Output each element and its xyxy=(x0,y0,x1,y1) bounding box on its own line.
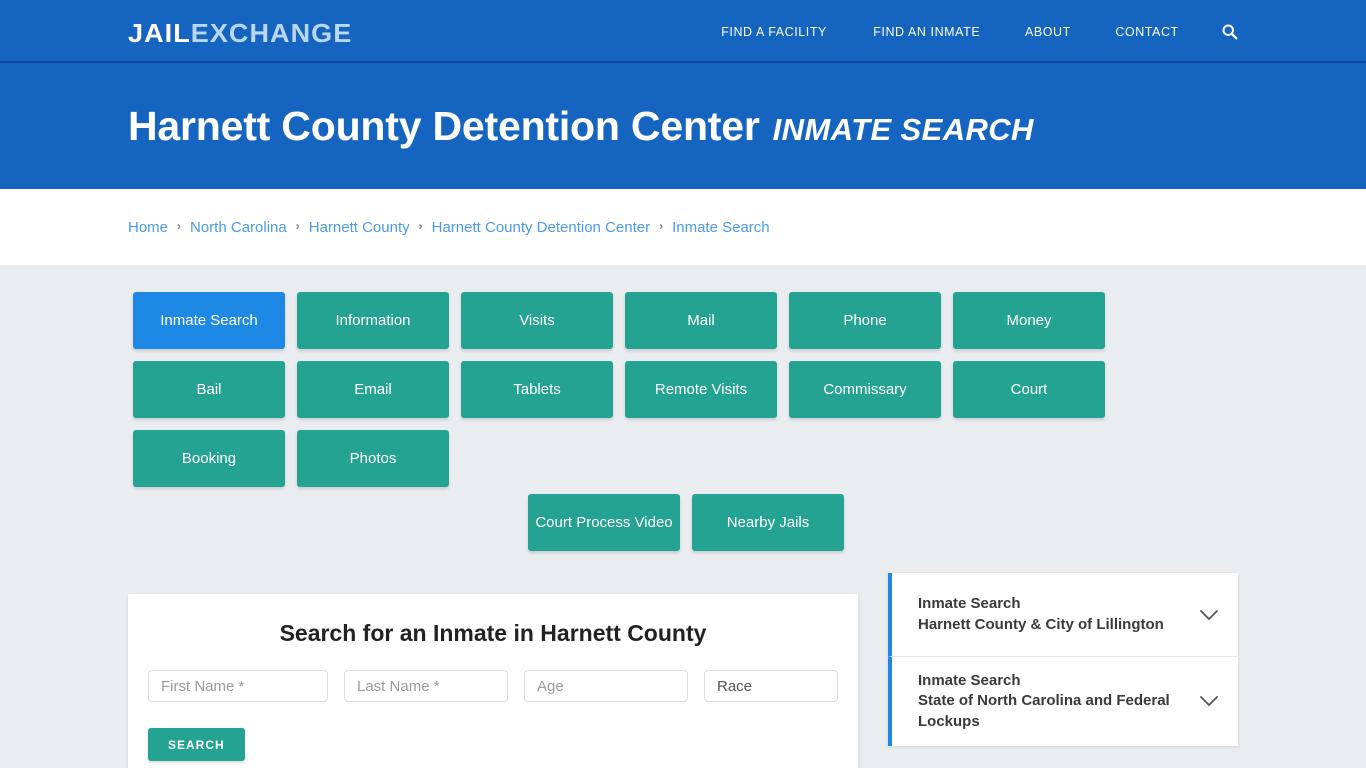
race-select[interactable]: Race xyxy=(704,670,838,702)
breadcrumb-item-north-carolina[interactable]: North Carolina xyxy=(190,219,287,236)
accordion-item-state-federal-search[interactable]: Inmate Search State of North Carolina an… xyxy=(888,657,1238,746)
primary-navigation: FIND A FACILITY FIND AN INMATE ABOUT CON… xyxy=(698,0,1238,63)
inmate-search-accordion: Inmate Search Harnett County & City of L… xyxy=(888,573,1238,746)
search-submit-button[interactable]: SEARCH xyxy=(148,728,245,761)
accordion-item-subtitle: Harnett County & City of Lillington xyxy=(918,615,1164,633)
tab-visits[interactable]: Visits xyxy=(461,292,613,349)
nav-item-about[interactable]: ABOUT xyxy=(1005,24,1091,39)
logo-text-secondary: EXCHANGE xyxy=(190,18,353,48)
hero-banner: Harnett County Detention Center INMATE S… xyxy=(0,63,1366,189)
site-header: JAILEXCHANGE FIND A FACILITY FIND AN INM… xyxy=(0,0,1366,63)
facility-section-tabs: Inmate Search Information Visits Mail Ph… xyxy=(133,292,1233,487)
breadcrumb-item-home[interactable]: Home xyxy=(128,219,168,236)
main-grid: Search for an Inmate in Harnett County R… xyxy=(128,573,1238,768)
first-name-input[interactable] xyxy=(148,670,328,702)
tab-booking[interactable]: Booking xyxy=(133,430,285,487)
breadcrumb-item-harnett-county[interactable]: Harnett County xyxy=(309,219,410,236)
search-card-heading: Search for an Inmate in Harnett County xyxy=(279,620,707,646)
page-content: Inmate Search Information Visits Mail Ph… xyxy=(0,265,1366,768)
accordion-item-title: Inmate Search xyxy=(918,595,1021,613)
nav-item-find-a-facility[interactable]: FIND A FACILITY xyxy=(701,24,847,39)
breadcrumb-item-inmate-search[interactable]: Inmate Search xyxy=(672,219,770,236)
breadcrumb-separator-icon: › xyxy=(659,219,664,233)
facility-section-tabs-row3: Court Process Video Nearby Jails xyxy=(133,494,1233,551)
nav-item-find-an-inmate[interactable]: FIND AN INMATE xyxy=(853,24,1000,39)
tab-bail[interactable]: Bail xyxy=(133,361,285,418)
page-root: JAILEXCHANGE FIND A FACILITY FIND AN INM… xyxy=(0,0,1366,768)
tab-remote-visits[interactable]: Remote Visits xyxy=(625,361,777,418)
tab-mail[interactable]: Mail xyxy=(625,292,777,349)
age-input[interactable] xyxy=(524,670,688,702)
breadcrumb-item-detention-center[interactable]: Harnett County Detention Center xyxy=(432,219,650,236)
accordion-item-county-search[interactable]: Inmate Search Harnett County & City of L… xyxy=(888,573,1238,657)
tab-phone[interactable]: Phone xyxy=(789,292,941,349)
last-name-input[interactable] xyxy=(344,670,508,702)
tab-information[interactable]: Information xyxy=(297,292,449,349)
nav-item-contact[interactable]: CONTACT xyxy=(1095,24,1199,39)
page-title: Harnett County Detention Center INMATE S… xyxy=(128,103,1034,150)
tab-tablets[interactable]: Tablets xyxy=(461,361,613,418)
logo-text-primary: JAIL xyxy=(128,18,191,48)
chevron-down-icon[interactable] xyxy=(1196,609,1222,621)
tab-inmate-search[interactable]: Inmate Search xyxy=(133,292,285,349)
tab-court[interactable]: Court xyxy=(953,361,1105,418)
tab-photos[interactable]: Photos xyxy=(297,430,449,487)
page-title-section: INMATE SEARCH xyxy=(772,111,1034,147)
search-icon[interactable] xyxy=(1201,23,1238,40)
sidebar: Inmate Search Harnett County & City of L… xyxy=(888,573,1238,746)
accordion-item-text: Inmate Search Harnett County & City of L… xyxy=(918,594,1186,635)
accordion-item-title: Inmate Search xyxy=(918,672,1021,689)
breadcrumb-band: Home › North Carolina › Harnett County ›… xyxy=(0,189,1366,265)
accordion-item-text: Inmate Search State of North Carolina an… xyxy=(918,671,1186,732)
tab-nearby-jails[interactable]: Nearby Jails xyxy=(692,494,844,551)
accordion-item-subtitle: State of North Carolina and Federal Lock… xyxy=(918,692,1170,730)
site-logo[interactable]: JAILEXCHANGE xyxy=(128,18,352,49)
tab-commissary[interactable]: Commissary xyxy=(789,361,941,418)
inmate-search-form: Race xyxy=(148,670,838,702)
breadcrumb-separator-icon: › xyxy=(177,219,182,233)
breadcrumb-separator-icon: › xyxy=(418,219,423,233)
tab-court-process-video[interactable]: Court Process Video xyxy=(528,494,680,551)
tab-money[interactable]: Money xyxy=(953,292,1105,349)
chevron-down-icon[interactable] xyxy=(1196,695,1222,707)
breadcrumb-separator-icon: › xyxy=(295,219,300,233)
breadcrumb: Home › North Carolina › Harnett County ›… xyxy=(128,219,770,236)
page-title-facility: Harnett County Detention Center xyxy=(128,102,760,149)
main-column: Search for an Inmate in Harnett County R… xyxy=(128,594,858,768)
inmate-search-card: Search for an Inmate in Harnett County R… xyxy=(128,594,858,768)
tab-email[interactable]: Email xyxy=(297,361,449,418)
